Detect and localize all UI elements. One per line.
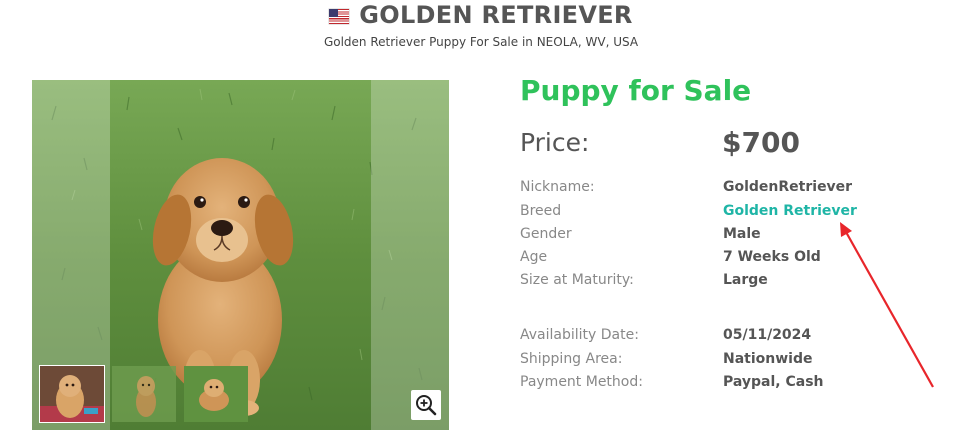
spec-value: Large	[723, 272, 768, 288]
spec-value: Paypal, Cash	[723, 374, 824, 390]
zoom-in-icon	[416, 395, 437, 416]
spec-row-payment: Payment Method: Paypal, Cash	[520, 374, 940, 394]
price-label: Price:	[520, 128, 590, 157]
puppy-thumbnail-3[interactable]	[184, 366, 248, 422]
sale-heading: Puppy for Sale	[520, 74, 752, 107]
spec-value: 05/11/2024	[723, 327, 812, 343]
spec-row-gender: Gender Male	[520, 226, 940, 246]
spec-value: Male	[723, 226, 761, 242]
spec-label: Availability Date:	[520, 327, 639, 343]
spec-row-nickname: Nickname: GoldenRetriever	[520, 179, 940, 199]
listing-page: GOLDEN RETRIEVER Golden Retriever Puppy …	[0, 0, 962, 437]
spec-row-breed: Breed Golden Retriever	[520, 203, 940, 223]
spec-value: GoldenRetriever	[723, 179, 853, 195]
price-value: $700	[722, 126, 800, 159]
puppy-thumbnail-1[interactable]	[40, 366, 104, 422]
photo-gallery[interactable]	[32, 80, 449, 430]
spec-label: Shipping Area:	[520, 351, 623, 367]
thumbnail-strip	[40, 366, 248, 422]
us-flag-icon	[329, 8, 350, 24]
spec-label: Gender	[520, 226, 572, 242]
spec-label: Breed	[520, 203, 562, 219]
spec-label: Size at Maturity:	[520, 272, 634, 288]
spec-label: Age	[520, 249, 548, 265]
spec-value: Nationwide	[723, 351, 813, 367]
spec-row-availability: Availability Date: 05/11/2024	[520, 327, 940, 347]
page-subtitle: Golden Retriever Puppy For Sale in NEOLA…	[323, 35, 639, 49]
spec-label: Payment Method:	[520, 374, 643, 390]
spec-row-age: Age 7 Weeks Old	[520, 249, 940, 269]
spec-row-shipping: Shipping Area: Nationwide	[520, 351, 940, 371]
spec-row-size: Size at Maturity: Large	[520, 272, 940, 292]
spec-value: 7 Weeks Old	[723, 249, 821, 265]
page-title: GOLDEN RETRIEVER	[359, 1, 633, 29]
breed-link[interactable]: Golden Retriever	[723, 203, 857, 219]
puppy-thumbnail-2[interactable]	[112, 366, 176, 422]
zoom-button[interactable]	[411, 390, 441, 420]
title-row: GOLDEN RETRIEVER	[0, 0, 962, 30]
spec-label: Nickname:	[520, 179, 595, 195]
